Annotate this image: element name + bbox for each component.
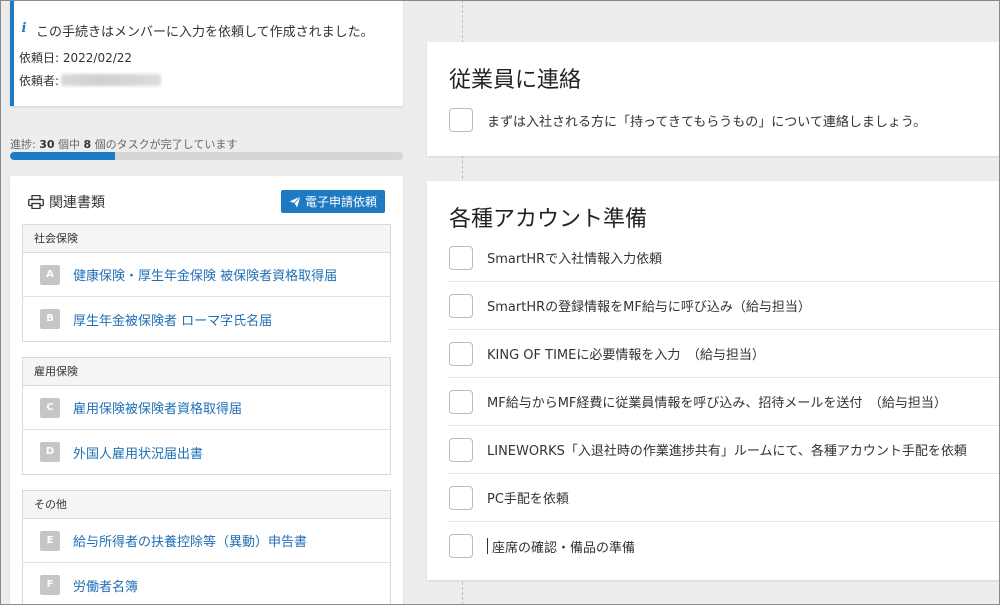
task-label: 座席の確認・備品の準備 <box>492 540 636 556</box>
task-checkbox[interactable] <box>449 108 473 132</box>
doc-group-header: 雇用保険 <box>23 358 390 386</box>
doc-badge: E <box>40 530 60 551</box>
doc-link[interactable]: 厚生年金被保険者 ローマ字氏名届 <box>73 310 272 329</box>
progress-fill <box>10 152 115 160</box>
progress-bar <box>10 152 403 160</box>
doc-link[interactable]: 外国人雇用状況届出書 <box>73 443 203 462</box>
related-documents-card: 関連書類 電子申請依頼 社会保険 A 健康保険・厚生年金保険 被保険者資格取得届… <box>10 176 403 605</box>
doc-row[interactable]: D 外国人雇用状況届出書 <box>23 430 390 474</box>
doc-group-employment-insurance: 雇用保険 C 雇用保険被保険者資格取得届 D 外国人雇用状況届出書 <box>22 357 391 475</box>
text-cursor <box>487 538 488 554</box>
task-checkbox[interactable] <box>449 437 473 462</box>
doc-link[interactable]: 労働者名簿 <box>73 576 138 595</box>
section-title: 従業員に連絡 <box>449 68 582 93</box>
task-checkbox[interactable] <box>449 341 473 366</box>
task-checkbox[interactable] <box>449 534 473 558</box>
doc-group-header: 社会保険 <box>23 225 390 253</box>
task-label: SmartHRの登録情報をMF給与に呼び込み（給与担当） <box>487 300 811 315</box>
request-date: 依頼日: 2022/02/22 <box>19 51 133 65</box>
doc-row[interactable]: A 健康保険・厚生年金保険 被保険者資格取得届 <box>23 253 390 297</box>
electronic-application-button[interactable]: 電子申請依頼 <box>280 190 385 213</box>
doc-link[interactable]: 雇用保険被保険者資格取得届 <box>73 398 242 417</box>
progress-total: 30 <box>39 138 55 151</box>
printer-icon <box>28 195 44 209</box>
doc-group-social-insurance: 社会保険 A 健康保険・厚生年金保険 被保険者資格取得届 B 厚生年金被保険者 … <box>22 224 391 342</box>
task-checkbox[interactable] <box>449 485 473 510</box>
request-info-card: i この手続きはメンバーに入力を依頼して作成されました。 依頼日: 2022/0… <box>10 0 403 106</box>
task-item[interactable]: PC手配を依頼 <box>449 474 1000 522</box>
doc-row[interactable]: B 厚生年金被保険者 ローマ字氏名届 <box>23 297 390 341</box>
doc-group-header: その他 <box>23 491 390 519</box>
progress-label: 進捗: 30 個中 8 個のタスクが完了しています <box>10 138 238 151</box>
task-checkbox[interactable] <box>449 245 473 270</box>
task-label: MF給与からMF経費に従業員情報を呼び込み、招待メールを送付 （給与担当） <box>487 396 947 411</box>
task-label: LINEWORKS「入退社時の作業進捗共有」ルームにて、各種アカウント手配を依頼 <box>487 444 967 459</box>
doc-row[interactable]: C 雇用保険被保険者資格取得届 <box>23 386 390 430</box>
doc-row[interactable]: E 給与所得者の扶養控除等（異動）申告書 <box>23 519 390 563</box>
task-item[interactable]: SmartHRの登録情報をMF給与に呼び込み（給与担当） <box>449 282 1000 330</box>
task-section-account-setup: 各種アカウント準備 SmartHRで入社情報入力依頼 SmartHRの登録情報を… <box>427 181 1000 580</box>
requester: 依頼者: <box>19 72 162 89</box>
task-item[interactable]: LINEWORKS「入退社時の作業進捗共有」ルームにて、各種アカウント手配を依頼 <box>449 426 1000 474</box>
doc-badge: D <box>40 442 60 462</box>
task-item[interactable]: KING OF TIMEに必要情報を入力 （給与担当） <box>449 330 1000 378</box>
task-label: PC手配を依頼 <box>487 492 569 507</box>
task-item[interactable]: 座席の確認・備品の準備 <box>449 522 1000 570</box>
task-label: KING OF TIMEに必要情報を入力 （給与担当） <box>487 348 765 363</box>
task-label: SmartHRで入社情報入力依頼 <box>487 252 663 267</box>
doc-link[interactable]: 給与所得者の扶養控除等（異動）申告書 <box>73 531 307 550</box>
task-label: まずは入社される方に「持ってきてもらうもの」について連絡しましょう。 <box>487 114 927 130</box>
doc-badge: B <box>40 309 60 329</box>
requester-name-redacted <box>61 74 162 86</box>
doc-badge: A <box>40 264 60 285</box>
doc-row[interactable]: F 労働者名簿 <box>23 563 390 605</box>
task-checkbox[interactable] <box>449 293 473 318</box>
paper-plane-icon <box>289 195 301 207</box>
section-title: 各種アカウント準備 <box>449 207 648 232</box>
task-item[interactable]: まずは入社される方に「持ってきてもらうもの」について連絡しましょう。 <box>449 96 1000 144</box>
related-documents-title: 関連書類 <box>28 192 105 212</box>
task-section-contact-employee: 従業員に連絡 まずは入社される方に「持ってきてもらうもの」について連絡しましょう… <box>427 42 1000 156</box>
task-checkbox[interactable] <box>449 389 473 414</box>
info-icon: i <box>21 21 27 36</box>
task-item[interactable]: SmartHRで入社情報入力依頼 <box>449 234 1000 282</box>
doc-badge: C <box>40 397 60 418</box>
requester-label: 依頼者: <box>19 74 60 88</box>
doc-link[interactable]: 健康保険・厚生年金保険 被保険者資格取得届 <box>73 265 337 284</box>
task-item[interactable]: MF給与からMF経費に従業員情報を呼び込み、招待メールを送付 （給与担当） <box>449 378 1000 426</box>
doc-group-other: その他 E 給与所得者の扶養控除等（異動）申告書 F 労働者名簿 <box>22 490 391 605</box>
doc-badge: F <box>40 575 60 595</box>
request-info-message: この手続きはメンバーに入力を依頼して作成されました。 <box>36 25 374 40</box>
